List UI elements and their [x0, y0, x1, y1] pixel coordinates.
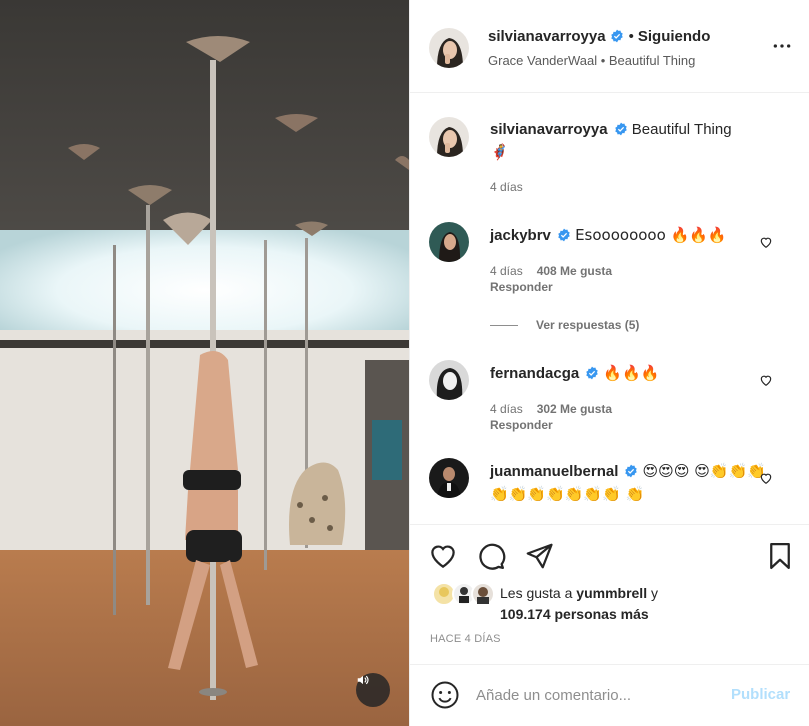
- comment-username[interactable]: fernandacga: [490, 365, 579, 382]
- commenter-avatar-photo: [429, 222, 469, 262]
- mute-button[interactable]: [356, 673, 390, 707]
- likes-summary: Les gusta a yummbrell y 109.174 personas…: [500, 583, 658, 625]
- likes-prefix: Les gusta a: [500, 585, 573, 601]
- speaker-icon: [357, 675, 369, 685]
- comment-heart-icon[interactable]: [759, 373, 773, 387]
- post-dialog: silvianavarroyya • Siguiendo Grace VanderW…: [0, 0, 809, 726]
- comment-text: Esoooooooo 🔥🔥🔥: [575, 226, 727, 244]
- verified-badge-icon: [586, 366, 598, 380]
- video-frame-illustration: [0, 0, 409, 726]
- reply-button[interactable]: Responder: [490, 280, 553, 294]
- commenter-avatar[interactable]: [429, 458, 469, 498]
- paper-plane-icon[interactable]: [524, 541, 554, 571]
- comments-list[interactable]: silvianavarroyya Beautiful Thing 🦸 4 día…: [410, 94, 809, 524]
- separator-dot: •: [628, 28, 634, 45]
- caption-text-block: silvianavarroyya Beautiful Thing 🦸: [490, 119, 780, 164]
- comment-age[interactable]: 4 días: [490, 402, 523, 416]
- comment-username[interactable]: jackybrv: [490, 227, 551, 244]
- post-timestamp[interactable]: HACE 4 DÍAS: [430, 633, 501, 645]
- author-avatar[interactable]: [429, 28, 469, 68]
- comment-meta: 4 días 408 Me gusta: [490, 264, 612, 278]
- comment-text: 🔥🔥🔥: [603, 364, 660, 382]
- post-video[interactable]: [0, 0, 409, 726]
- comment-heart-icon[interactable]: [759, 471, 773, 485]
- author-username[interactable]: silvianavarroyya: [488, 28, 606, 45]
- likes-joiner: y: [650, 585, 658, 601]
- verified-badge-icon: [610, 29, 623, 43]
- comment-likes[interactable]: 408 Me gusta: [537, 264, 612, 278]
- more-options-icon[interactable]: [772, 36, 792, 56]
- post-header: silvianavarroyya • Siguiendo Grace VanderW…: [410, 0, 809, 93]
- add-comment-bar: Publicar: [410, 664, 809, 726]
- commenter-avatar[interactable]: [429, 360, 469, 400]
- comment-heart-icon[interactable]: [759, 235, 773, 249]
- comment-text-block: jackybrv Esoooooooo 🔥🔥🔥: [490, 224, 780, 247]
- caption-author-avatar[interactable]: [429, 117, 469, 157]
- author-avatar-photo: [429, 117, 469, 157]
- verified-badge-icon: [558, 228, 570, 242]
- verified-badge-icon: [614, 122, 627, 136]
- audio-artist: Grace VanderWaal: [488, 53, 598, 68]
- reply-button[interactable]: Responder: [490, 418, 553, 432]
- caption-username[interactable]: silvianavarroyya: [490, 121, 608, 138]
- view-replies-label: Ver respuestas (5): [536, 318, 640, 332]
- comment-bubble-icon[interactable]: [476, 541, 506, 571]
- comment-text-block: juanmanuelbernal 😍😍😍 😍👏👏👏👏👏👏👏👏👏👏 👏: [490, 460, 780, 506]
- post-actions: Les gusta a yummbrell y 109.174 personas…: [410, 524, 809, 664]
- likes-others[interactable]: 109.174 personas más: [500, 606, 649, 622]
- comment-meta: 4 días 302 Me gusta: [490, 402, 612, 416]
- bookmark-icon[interactable]: [765, 541, 795, 571]
- comment-likes[interactable]: 302 Me gusta: [537, 402, 612, 416]
- likers-avatars[interactable]: [431, 581, 501, 607]
- audio-title: Beautiful Thing: [608, 53, 696, 68]
- caption-emoji: 🦸: [490, 143, 509, 161]
- comment-age[interactable]: 4 días: [490, 264, 523, 278]
- commenter-avatar-photo: [429, 360, 469, 400]
- commenter-avatar-photo: [429, 458, 469, 498]
- replies-divider-line: [490, 325, 518, 327]
- author-avatar-photo: [429, 28, 469, 68]
- liker-username[interactable]: yummbrell: [576, 585, 647, 601]
- heart-icon[interactable]: [428, 541, 458, 571]
- comment-input[interactable]: [476, 682, 716, 708]
- verified-badge-icon: [625, 464, 638, 478]
- publish-button[interactable]: Publicar: [731, 686, 790, 703]
- caption-text: Beautiful Thing: [631, 121, 732, 138]
- view-replies-button[interactable]: Ver respuestas (5): [490, 318, 639, 332]
- audio-info[interactable]: Grace VanderWaal • Beautiful Thing: [488, 53, 695, 68]
- header-line: silvianavarroyya • Siguiendo: [488, 28, 710, 45]
- comment-text-block: fernandacga 🔥🔥🔥: [490, 362, 780, 385]
- post-side-panel: silvianavarroyya • Siguiendo Grace VanderW…: [409, 0, 809, 726]
- caption-age[interactable]: 4 días: [490, 180, 523, 194]
- smiley-icon[interactable]: [430, 680, 460, 710]
- comment-username[interactable]: juanmanuelbernal: [490, 463, 618, 480]
- commenter-avatar[interactable]: [429, 222, 469, 262]
- following-button[interactable]: Siguiendo: [638, 28, 711, 45]
